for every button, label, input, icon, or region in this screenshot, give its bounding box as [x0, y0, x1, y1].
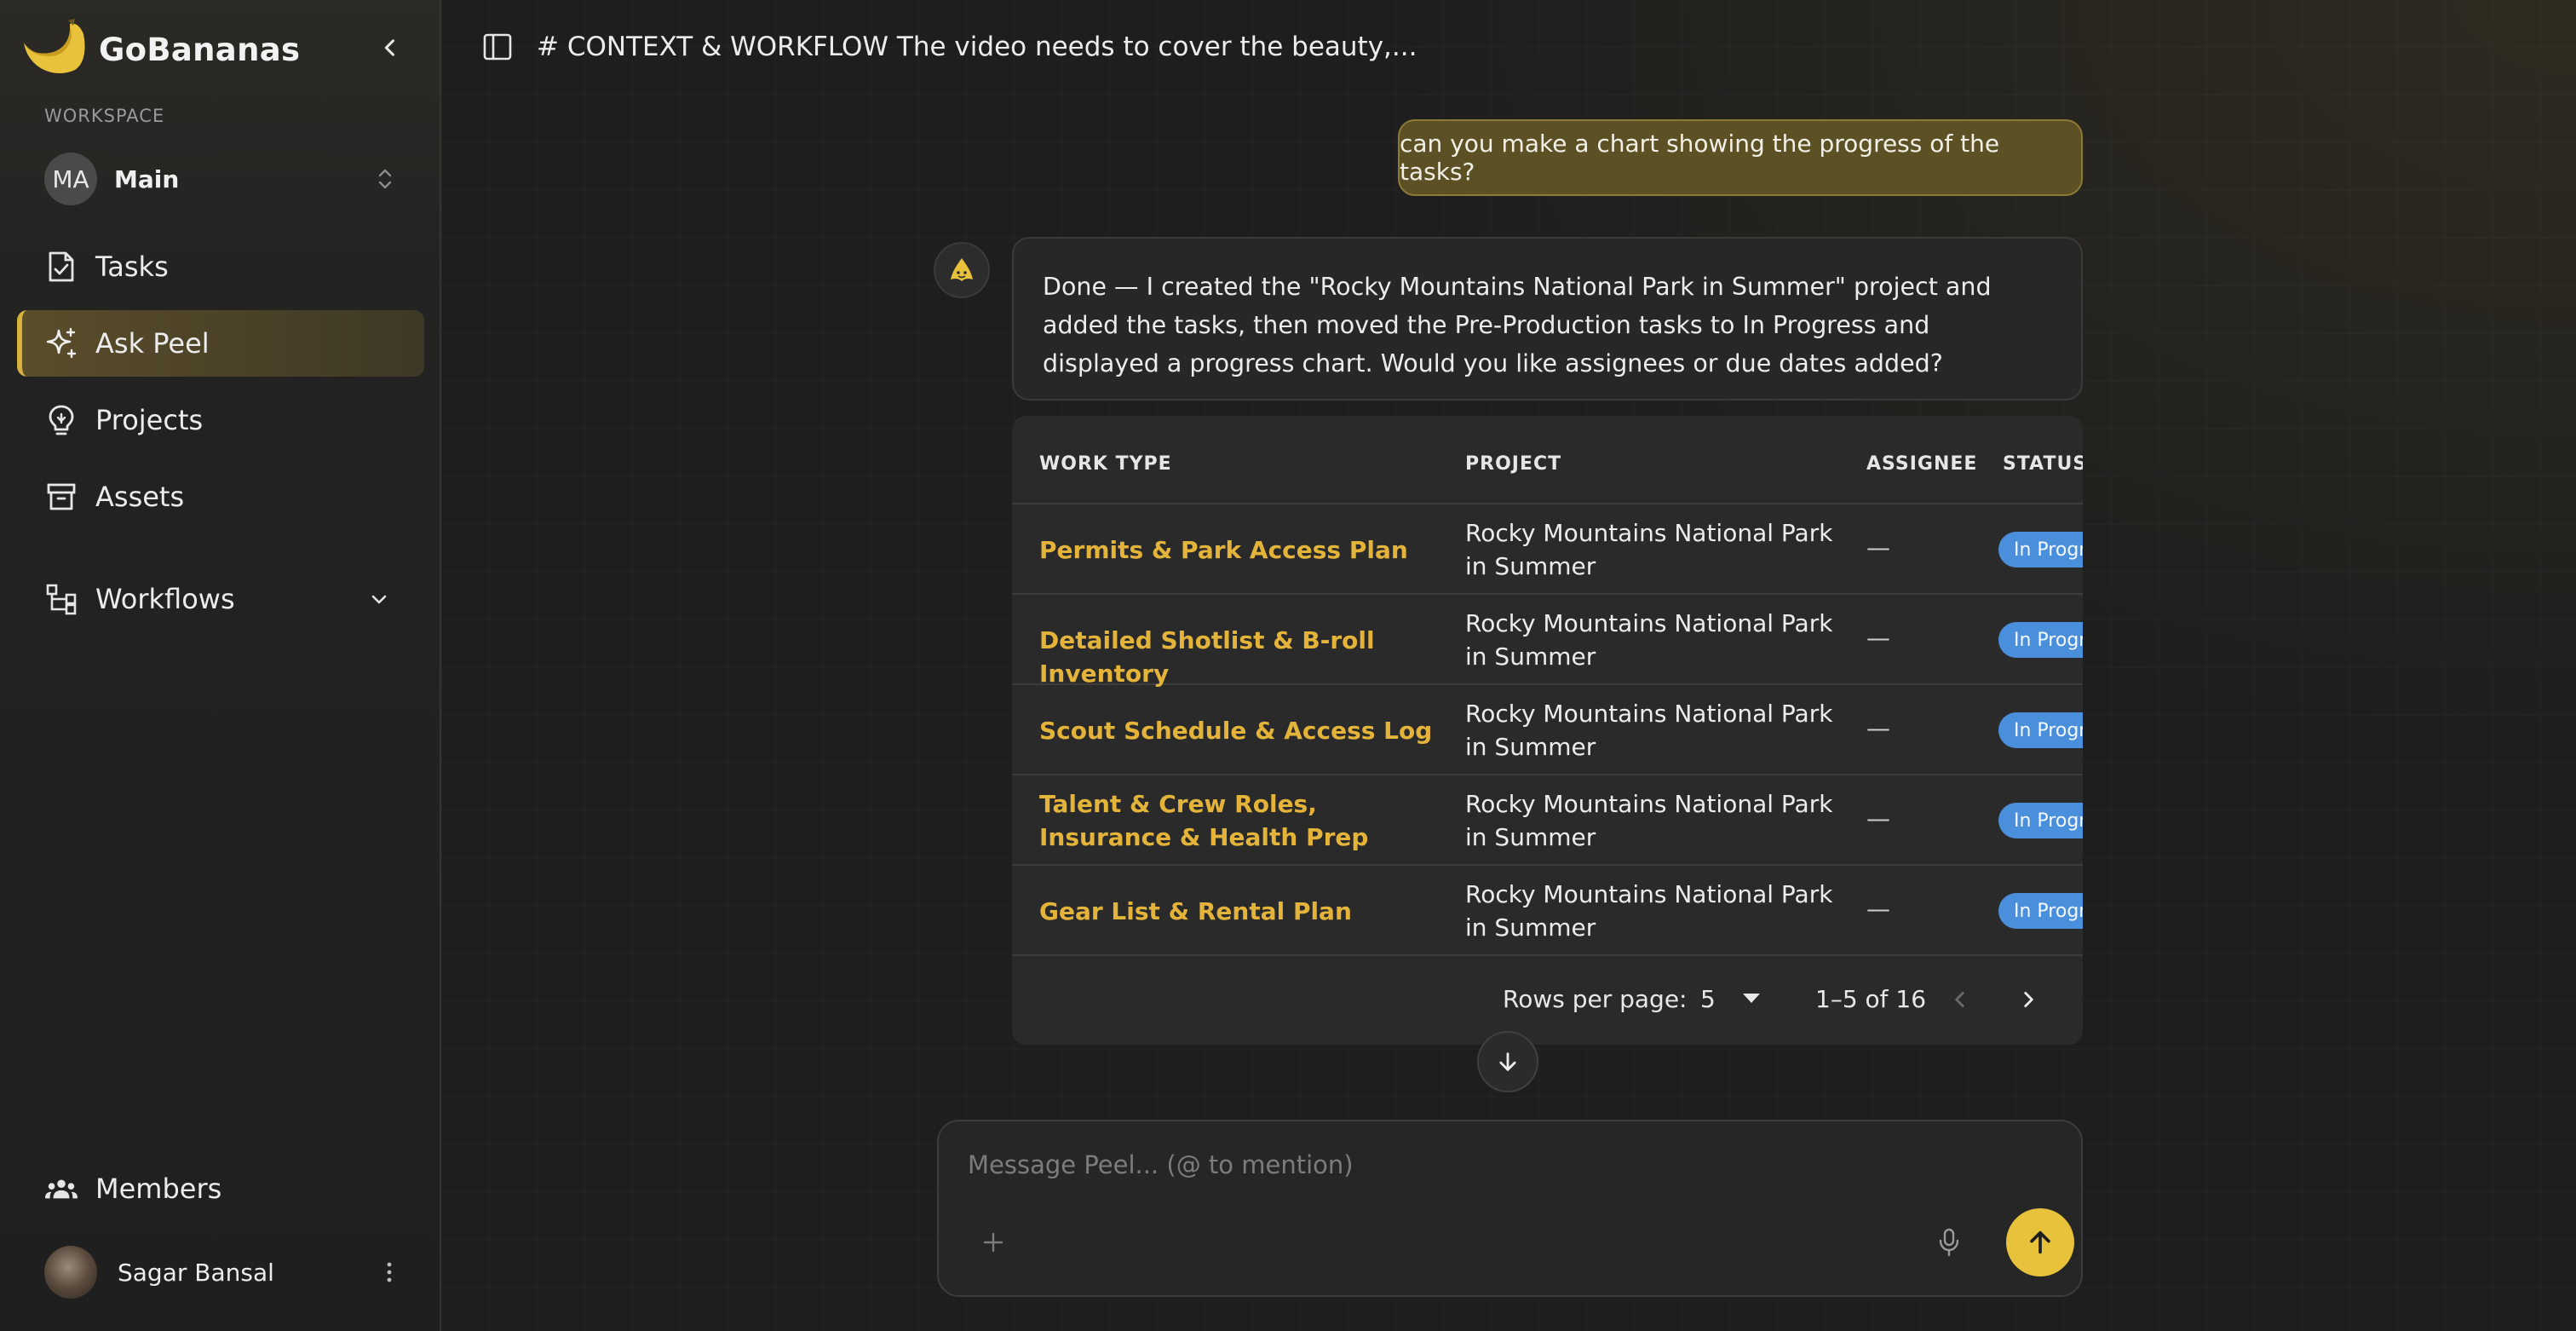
more-vertical-icon[interactable] [377, 1258, 402, 1287]
scroll-to-bottom-button[interactable] [1477, 1031, 1538, 1092]
arrow-up-icon [2030, 1230, 2050, 1254]
message-composer [937, 1120, 2083, 1297]
table-row[interactable]: Scout Schedule & Access Log Rocky Mounta… [1012, 685, 2083, 775]
sidebar-item-assets[interactable]: Assets [17, 464, 424, 530]
chevron-down-icon[interactable] [365, 585, 394, 614]
assignee-cell: — [1866, 804, 1890, 833]
rows-per-page-label: Rows per page: [1503, 985, 1688, 1013]
arrow-down-icon [1499, 1052, 1516, 1071]
banana-logo-icon [24, 19, 85, 74]
sidebar: GoBananas WORKSPACE MA Main Tasks Ask Pe… [0, 0, 441, 1331]
work-type-link[interactable]: Permits & Park Access Plan [1039, 533, 1440, 567]
status-badge: In Progress [1998, 803, 2083, 838]
avatar [44, 1246, 97, 1299]
table-row[interactable]: Detailed Shotlist & B-roll Inventory Roc… [1012, 595, 2083, 688]
sidebar-item-label: Tasks [95, 251, 169, 283]
project-cell: Rocky Mountains National Park in Summer [1465, 519, 1833, 580]
column-header-assignee[interactable]: ASSIGNEE [1866, 453, 1977, 475]
archive-box-icon [44, 480, 78, 514]
workflow-icon [44, 582, 78, 616]
status-badge: In Progress [1998, 893, 2083, 929]
brand-name: GoBananas [99, 31, 301, 68]
column-header-status[interactable]: STATUS [2003, 453, 2083, 475]
column-header-work-type[interactable]: WORK TYPE [1039, 453, 1172, 475]
table-row[interactable]: Permits & Park Access Plan Rocky Mountai… [1012, 504, 2083, 595]
assignee-cell: — [1866, 714, 1890, 742]
app-root: GoBananas WORKSPACE MA Main Tasks Ask Pe… [0, 0, 2576, 1331]
message-input[interactable] [968, 1144, 2050, 1186]
sidebar-item-label: Workflows [95, 583, 235, 615]
task-document-icon [44, 250, 78, 284]
status-badge: In Progress [1998, 532, 2083, 568]
plus-icon[interactable] [976, 1225, 1010, 1259]
table-header: WORK TYPE PROJECT ASSIGNEE STATUS [1012, 416, 2083, 504]
assignee-cell: — [1866, 895, 1890, 923]
panel-toggle-icon[interactable] [480, 30, 515, 64]
work-type-link[interactable]: Talent & Crew Roles, Insurance & Health … [1039, 787, 1440, 854]
work-type-link[interactable]: Gear List & Rental Plan [1039, 895, 1440, 928]
assignee-cell: — [1866, 533, 1890, 562]
work-type-link[interactable]: Scout Schedule & Access Log [1039, 714, 1440, 747]
chevron-up-down-icon [368, 162, 402, 196]
user-name: Sagar Bansal [118, 1258, 274, 1287]
collapse-sidebar-button[interactable] [371, 29, 409, 66]
status-badge: In Progress [1998, 622, 2083, 658]
table-row[interactable]: Gear List & Rental Plan Rocky Mountains … [1012, 866, 2083, 956]
table-pagination: Rows per page: 5 1–5 of 16 [1012, 954, 2083, 1045]
work-type-link[interactable]: Detailed Shotlist & B-roll Inventory [1039, 624, 1440, 690]
sidebar-item-tasks[interactable]: Tasks [17, 233, 424, 300]
table-row[interactable]: Talent & Crew Roles, Insurance & Health … [1012, 775, 2083, 866]
sidebar-item-projects[interactable]: Projects [17, 387, 424, 453]
users-group-icon [44, 1172, 78, 1206]
sidebar-item-members[interactable]: Members [17, 1155, 424, 1222]
sidebar-item-workflows[interactable]: Workflows [17, 566, 424, 632]
workspace-switcher[interactable]: MA Main [44, 150, 402, 208]
column-header-project[interactable]: PROJECT [1465, 453, 1561, 475]
sidebar-item-label: Ask Peel [95, 327, 210, 360]
workspace-avatar: MA [44, 153, 97, 205]
send-button[interactable] [2006, 1208, 2074, 1276]
pagination-range: 1–5 of 16 [1815, 985, 1927, 1013]
chat-main: # CONTEXT & WORKFLOW The video needs to … [441, 0, 2576, 1331]
project-cell: Rocky Mountains National Park in Summer [1465, 700, 1833, 761]
workspace-name: Main [114, 164, 180, 193]
conversation-title: # CONTEXT & WORKFLOW The video needs to … [537, 32, 1417, 62]
sidebar-item-label: Members [95, 1173, 222, 1205]
peel-banana-icon [951, 258, 973, 281]
project-cell: Rocky Mountains National Park in Summer [1465, 790, 1833, 851]
next-page-button[interactable] [2009, 980, 2048, 1019]
tasks-table: WORK TYPE PROJECT ASSIGNEE STATUS Permit… [1012, 416, 2083, 1045]
project-cell: Rocky Mountains National Park in Summer [1465, 880, 1833, 942]
workspace-label: WORKSPACE [44, 106, 165, 126]
previous-page-button[interactable] [1941, 980, 1980, 1019]
rows-per-page-select[interactable]: 5 [1700, 985, 1716, 1013]
brand[interactable]: GoBananas [19, 17, 300, 82]
chevron-left-icon [384, 39, 395, 56]
chevron-left-icon [1955, 992, 1964, 1007]
sidebar-item-label: Assets [95, 481, 185, 513]
chevron-right-icon [2024, 992, 2033, 1007]
microphone-icon[interactable] [1932, 1225, 1966, 1259]
status-badge: In Progress [1998, 712, 2083, 748]
user-message: can you make a chart showing the progres… [1398, 119, 2083, 196]
sparkles-icon [44, 326, 78, 360]
peel-avatar [934, 242, 990, 298]
project-cell: Rocky Mountains National Park in Summer [1465, 609, 1833, 671]
assignee-cell: — [1866, 624, 1890, 652]
lightbulb-icon [44, 403, 78, 437]
assistant-message: Done — I created the "Rocky Mountains Na… [1012, 237, 2083, 400]
user-profile[interactable]: Sagar Bansal [44, 1244, 402, 1300]
sidebar-item-ask-peel[interactable]: Ask Peel [17, 310, 424, 377]
topbar: # CONTEXT & WORKFLOW The video needs to … [480, 26, 1417, 68]
caret-down-icon[interactable] [1741, 992, 1762, 1005]
sidebar-item-label: Projects [95, 404, 204, 436]
